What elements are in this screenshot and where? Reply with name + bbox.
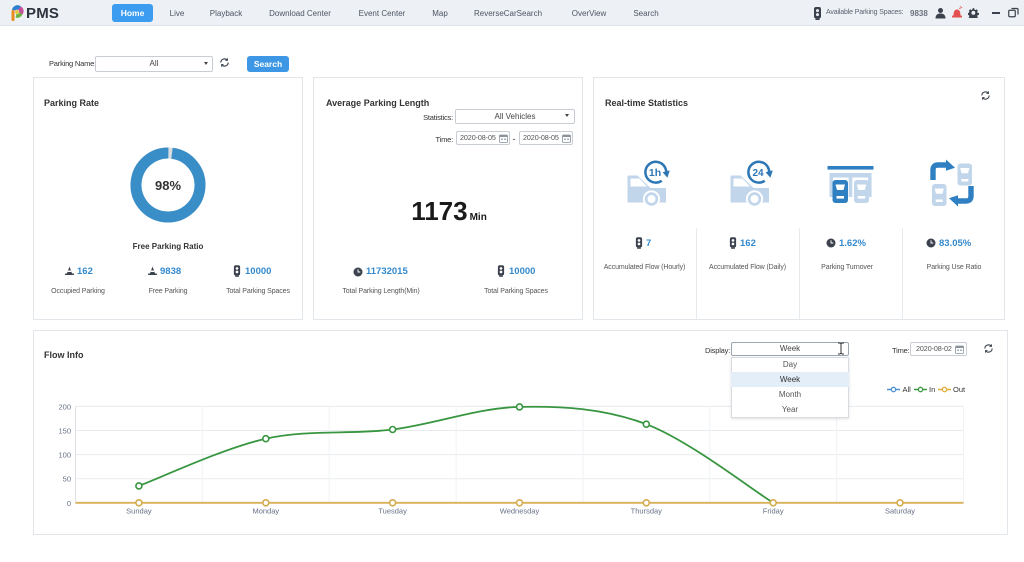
- svg-text:0: 0: [67, 499, 71, 508]
- svg-text:Thursday: Thursday: [631, 507, 663, 516]
- svg-text:1h: 1h: [649, 167, 661, 179]
- svg-text:Friday: Friday: [763, 507, 784, 516]
- svg-text:100: 100: [58, 451, 71, 460]
- svg-text:Sunday: Sunday: [126, 507, 152, 516]
- svg-text:50: 50: [63, 475, 71, 484]
- svg-text:Wednesday: Wednesday: [500, 507, 540, 516]
- svg-text:Tuesday: Tuesday: [378, 507, 407, 516]
- svg-text:98%: 98%: [155, 178, 181, 193]
- svg-text:200: 200: [58, 402, 71, 411]
- svg-text:Saturday: Saturday: [885, 507, 915, 516]
- svg-text:150: 150: [58, 427, 71, 436]
- svg-text:Monday: Monday: [252, 507, 279, 516]
- svg-text:24: 24: [752, 168, 764, 179]
